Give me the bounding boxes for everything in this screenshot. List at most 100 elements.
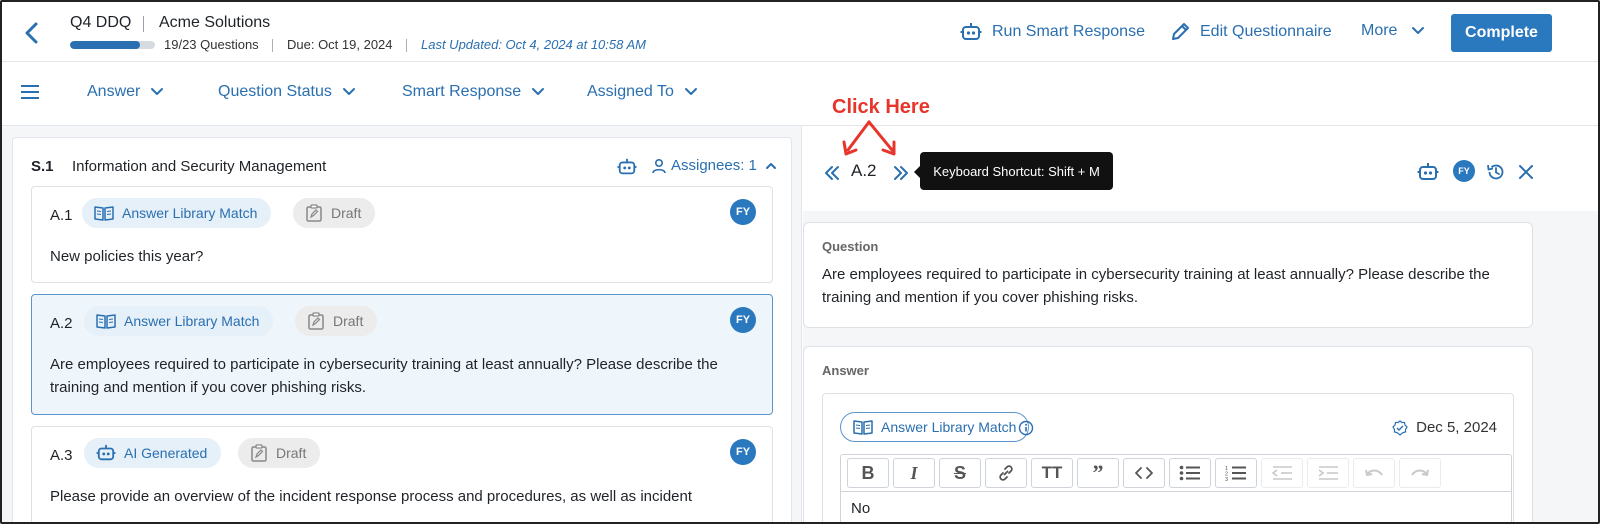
question-card-a2[interactable]: A.2 Answer Library Match Draft FY Are em… [31, 294, 773, 415]
undo-icon [1365, 469, 1383, 476]
draft-badge: Draft [295, 306, 378, 336]
question-card-a3[interactable]: A.3 AI Generated Draft FY Please provide… [31, 426, 773, 522]
outdent-icon [1271, 466, 1292, 480]
progress-fill [70, 41, 140, 49]
badge-label: AI Generated [124, 445, 208, 461]
chevron-down-icon [532, 88, 545, 95]
questions-count: 19/23 Questions [164, 37, 259, 52]
more-menu[interactable]: More [1361, 22, 1425, 40]
filter-bar: Answer Question Status Smart Response As… [2, 63, 1598, 126]
filter-label: Smart Response [402, 83, 522, 100]
double-chevron-left-icon[interactable] [823, 164, 841, 182]
italic-button[interactable]: I [893, 458, 935, 488]
robot-icon[interactable] [617, 157, 637, 177]
question-card-a1[interactable]: A.1 Answer Library Match Draft FY New po… [31, 186, 773, 283]
company-name: Acme Solutions [159, 14, 271, 31]
badge-label: Answer Library Match [124, 313, 260, 329]
close-button[interactable] [1515, 161, 1537, 183]
link-icon [999, 465, 1013, 481]
question-box: Question Are employees required to parti… [803, 222, 1533, 328]
person-icon [652, 158, 666, 173]
question-detail-pane: A.2 Keyboard Shortcut: Shift + M FY Ques… [803, 126, 1598, 522]
strikethrough-button[interactable]: S [939, 458, 981, 488]
robot-icon [960, 23, 982, 40]
assignee-avatar: FY [730, 439, 756, 465]
badge-label: Draft [331, 205, 362, 221]
questionnaire-title: Q4 DDQ [70, 14, 132, 31]
hamburger-menu-icon[interactable] [20, 84, 40, 100]
due-date: Due: Oct 19, 2024 [287, 37, 393, 52]
badge-label: Answer Library Match [881, 419, 1017, 435]
filter-label: Assigned To [587, 83, 674, 100]
run-smart-response-label: Run Smart Response [992, 23, 1145, 40]
back-arrow-icon[interactable] [20, 20, 44, 46]
chevron-down-icon [342, 88, 355, 95]
title-divider [143, 16, 144, 32]
chevron-down-icon [1412, 27, 1425, 34]
clipboard-edit-icon [251, 444, 267, 462]
meta-divider [272, 39, 273, 52]
history-icon [1487, 164, 1504, 180]
assignee-avatar: FY [730, 307, 756, 333]
rich-text-toolbar: B I S TT ” 123 [840, 454, 1512, 492]
edit-questionnaire-button[interactable]: Edit Questionnaire [1170, 22, 1332, 42]
smart-response-button[interactable] [1417, 161, 1439, 183]
quote-button[interactable]: ” [1077, 458, 1119, 488]
bulleted-list-button[interactable] [1169, 458, 1211, 488]
strikethrough-icon: S [953, 462, 966, 483]
clipboard-edit-icon [308, 312, 324, 330]
answer-editor-card: Answer Library Match Dec 5, 2024 B I S T… [822, 393, 1514, 522]
badge-label: Draft [333, 313, 364, 329]
ai-generated-badge: AI Generated [84, 438, 222, 468]
question-number: A.3 [50, 447, 73, 464]
answer-date-text: Dec 5, 2024 [1416, 419, 1497, 436]
chevron-up-icon [765, 162, 776, 169]
question-list-pane: S.1 Information and Security Management … [2, 126, 802, 522]
code-button[interactable] [1123, 458, 1165, 488]
draft-badge: Draft [238, 438, 321, 468]
last-updated: Last Updated: Oct 4, 2024 at 10:58 AM [421, 37, 646, 52]
meta-divider [406, 39, 407, 52]
redo-icon [1411, 469, 1429, 476]
italic-icon: I [910, 462, 918, 483]
answer-editor[interactable]: No [840, 492, 1512, 522]
filter-assigned-to[interactable]: Assigned To [587, 83, 698, 101]
bold-icon: B [861, 462, 875, 483]
filter-label: Question Status [218, 83, 332, 100]
numbered-list-button[interactable]: 123 [1215, 458, 1257, 488]
undo-button[interactable] [1353, 458, 1395, 488]
draft-badge: Draft [293, 198, 376, 228]
assignee-avatar[interactable]: FY [1453, 160, 1475, 182]
info-icon[interactable] [1018, 420, 1034, 436]
edit-questionnaire-label: Edit Questionnaire [1200, 23, 1332, 40]
question-number: A.1 [50, 207, 73, 224]
badge-label: Draft [276, 445, 307, 461]
redo-button[interactable] [1399, 458, 1441, 488]
filter-question-status[interactable]: Question Status [218, 83, 356, 101]
answer-library-badge: Answer Library Match [84, 306, 274, 336]
run-smart-response-button[interactable]: Run Smart Response [960, 22, 1145, 42]
text-size-icon: TT [1041, 463, 1063, 482]
heading-button[interactable]: TT [1031, 458, 1073, 488]
chevron-down-icon [684, 88, 697, 95]
filter-smart-response[interactable]: Smart Response [402, 83, 545, 101]
history-button[interactable] [1485, 161, 1507, 183]
section-title: Information and Security Management [72, 158, 327, 175]
more-label: More [1361, 22, 1398, 39]
double-chevron-right-icon[interactable] [892, 164, 910, 182]
filter-answer[interactable]: Answer [87, 83, 164, 101]
indent-button[interactable] [1307, 458, 1349, 488]
verified-badge-icon [1392, 419, 1408, 436]
bold-button[interactable]: B [847, 458, 889, 488]
outdent-button[interactable] [1261, 458, 1303, 488]
click-here-annotation: Click Here [832, 96, 930, 118]
assignees-toggle[interactable]: Assignees: 1 [651, 157, 777, 174]
answer-date: Dec 5, 2024 [1392, 419, 1497, 436]
answer-library-badge[interactable]: Answer Library Match [840, 412, 1030, 442]
complete-button[interactable]: Complete [1451, 14, 1552, 52]
link-button[interactable] [985, 458, 1027, 488]
section-number: S.1 [31, 158, 54, 175]
clipboard-edit-icon [306, 204, 322, 222]
open-book-icon [94, 206, 114, 221]
question-text: Are employees required to participate in… [50, 356, 718, 396]
